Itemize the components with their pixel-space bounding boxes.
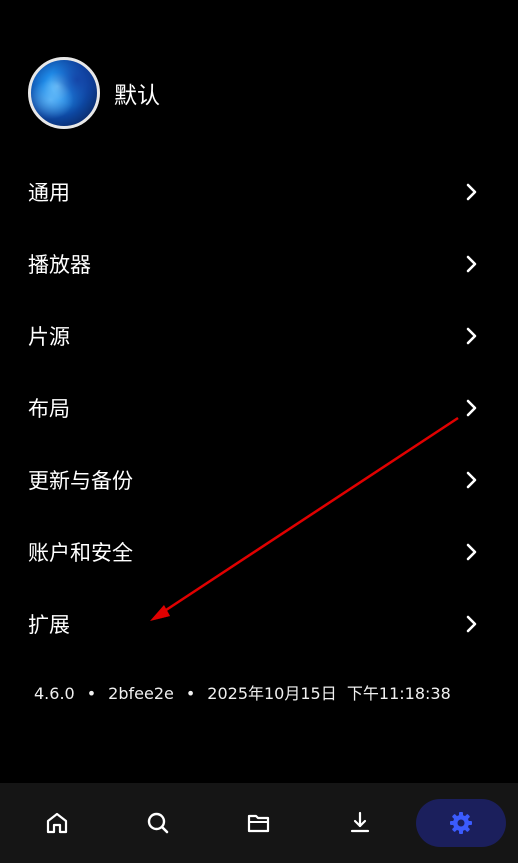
menu-item-label: 扩展 — [28, 613, 70, 637]
separator-dot: • — [86, 684, 97, 703]
chevron-right-icon — [466, 543, 477, 561]
separator-dot: • — [185, 684, 196, 703]
menu-item-label: 更新与备份 — [28, 469, 133, 493]
profile-header[interactable]: 默认 — [28, 57, 160, 129]
download-icon — [351, 811, 370, 833]
search-icon — [147, 812, 169, 834]
nav-settings[interactable] — [416, 799, 507, 847]
chevron-right-icon — [466, 615, 477, 633]
version-info: 4.6.0 • 2bfee2e • 2025年10月15日 下午11:18:38 — [34, 680, 451, 704]
nav-search[interactable] — [113, 799, 203, 847]
profile-name: 默认 — [114, 83, 160, 109]
menu-item-update-backup[interactable]: 更新与备份 — [0, 444, 518, 516]
commit-hash: 2bfee2e — [108, 684, 174, 703]
menu-item-account-security[interactable]: 账户和安全 — [0, 516, 518, 588]
nav-downloads[interactable] — [315, 799, 405, 847]
folder-icon — [247, 814, 270, 833]
menu-item-label: 账户和安全 — [28, 541, 133, 565]
menu-item-player[interactable]: 播放器 — [0, 228, 518, 300]
avatar[interactable] — [28, 57, 100, 129]
settings-gear-icon — [450, 812, 473, 834]
chevron-right-icon — [466, 471, 477, 489]
home-icon — [46, 812, 67, 834]
settings-menu: 通用 播放器 片源 布局 更新与备份 账户和安全 扩展 — [0, 156, 518, 660]
menu-item-sources[interactable]: 片源 — [0, 300, 518, 372]
bottom-navigation — [0, 783, 518, 863]
menu-item-label: 播放器 — [28, 253, 91, 277]
menu-item-layout[interactable]: 布局 — [0, 372, 518, 444]
chevron-right-icon — [466, 183, 477, 201]
menu-item-general[interactable]: 通用 — [0, 156, 518, 228]
chevron-right-icon — [466, 255, 477, 273]
menu-item-extensions[interactable]: 扩展 — [0, 588, 518, 660]
menu-item-label: 通用 — [28, 181, 70, 205]
build-datetime: 2025年10月15日 下午11:18:38 — [207, 684, 451, 703]
nav-files[interactable] — [214, 799, 304, 847]
chevron-right-icon — [466, 399, 477, 417]
menu-item-label: 布局 — [28, 397, 70, 421]
nav-home[interactable] — [12, 799, 102, 847]
chevron-right-icon — [466, 327, 477, 345]
menu-item-label: 片源 — [28, 325, 70, 349]
version-number: 4.6.0 — [34, 684, 75, 703]
